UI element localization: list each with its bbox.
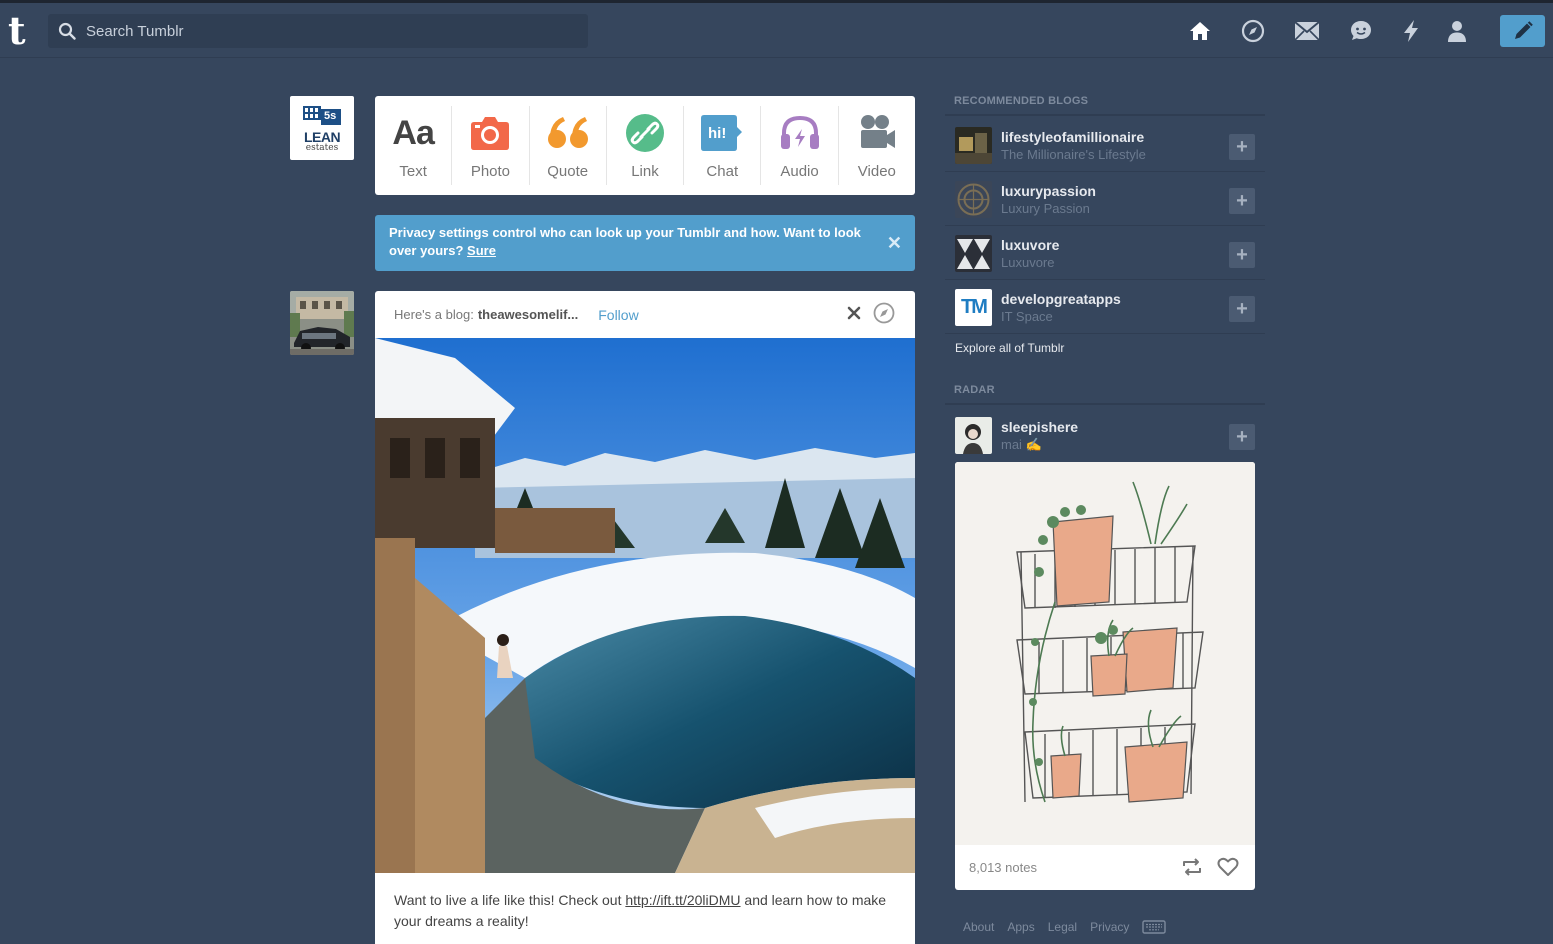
blog-name[interactable]: developgreatapps [1001, 291, 1121, 307]
heart-icon[interactable] [1217, 857, 1239, 877]
post-type-link[interactable]: Link [607, 106, 685, 185]
radar-post-footer: 8,013 notes [955, 845, 1255, 890]
blog-avatar-text: TM [961, 296, 988, 318]
search-box[interactable] [48, 14, 588, 48]
privacy-text: Privacy settings control who can look up… [389, 225, 861, 258]
post-photo[interactable] [375, 338, 915, 873]
footer-apps-link[interactable]: Apps [1007, 920, 1034, 934]
chat-bubble-icon[interactable] [1347, 17, 1375, 45]
follow-plus-button[interactable]: + [1229, 134, 1255, 160]
radar-blog-row[interactable]: sleepishere mai ✍ + [945, 408, 1265, 462]
tumblr-logo[interactable]: t [8, 12, 32, 50]
user-avatar-lean-estates[interactable]: 5s LEAN estates [290, 96, 354, 160]
blog-name[interactable]: sleepishere [1001, 419, 1078, 435]
radar-post-image[interactable] [955, 462, 1255, 845]
compass-icon[interactable] [873, 302, 895, 324]
lean-subtitle: estates [305, 143, 339, 153]
mail-icon[interactable] [1293, 17, 1321, 45]
recommended-blogs-heading: RECOMMENDED BLOGS [945, 95, 1265, 116]
svg-text:hi!: hi! [708, 125, 726, 142]
compose-button[interactable] [1500, 15, 1545, 47]
blog-avatar [955, 181, 992, 218]
post-blog-name[interactable]: theawesomelif... [478, 307, 578, 322]
blog-name[interactable]: lifestyleofamillionaire [1001, 129, 1144, 145]
lightning-icon[interactable] [1397, 17, 1425, 45]
follow-plus-button[interactable]: + [1229, 188, 1255, 214]
camera-icon [468, 111, 512, 155]
blog-name[interactable]: luxurypassion [1001, 183, 1096, 199]
blog-avatar-car[interactable] [290, 291, 354, 355]
quote-icon [546, 111, 590, 155]
pencil-icon [1514, 21, 1533, 39]
follow-plus-button[interactable]: + [1229, 242, 1255, 268]
radar-post: 8,013 notes [955, 462, 1255, 890]
follow-button[interactable]: Follow [598, 307, 638, 323]
blog-avatar [955, 127, 992, 164]
footer-legal-link[interactable]: Legal [1048, 920, 1077, 934]
post-type-quote[interactable]: Quote [530, 106, 607, 185]
explore-link[interactable]: Explore all of Tumblr [955, 341, 1064, 355]
link-icon [623, 111, 667, 155]
compass-icon[interactable] [1239, 17, 1267, 45]
post-caption: Want to live a life like this! Check out… [394, 892, 887, 929]
blog-subtitle: IT Space [1001, 309, 1053, 324]
blog-name[interactable]: luxuvore [1001, 237, 1059, 253]
blog-avatar [955, 417, 992, 454]
post-type-video[interactable]: Video [839, 106, 915, 185]
blog-subtitle: Luxuvore [1001, 255, 1055, 270]
post-type-photo[interactable]: Photo [452, 106, 530, 185]
home-icon[interactable] [1186, 17, 1214, 45]
blog-subtitle: The Millionaire's Lifestyle [1001, 147, 1146, 162]
post-link[interactable]: http://ift.tt/20liDMU [625, 892, 740, 908]
dismiss-icon[interactable] [845, 304, 863, 322]
person-icon[interactable] [1443, 17, 1471, 45]
post-header: Here's a blog: theawesomelif... Follow [375, 291, 915, 338]
post-type-chat[interactable]: hi! Chat [684, 106, 762, 185]
video-camera-icon [855, 111, 899, 155]
follow-plus-button[interactable]: + [1229, 424, 1255, 450]
search-icon [58, 22, 76, 40]
reblog-icon[interactable] [1181, 857, 1203, 877]
footer-about-link[interactable]: About [963, 920, 994, 934]
footer-privacy-link[interactable]: Privacy [1090, 920, 1129, 934]
blog-avatar: TM [955, 289, 992, 326]
privacy-notice: Privacy settings control who can look up… [375, 215, 915, 271]
blog-subtitle: Luxury Passion [1001, 201, 1090, 216]
post-type-selector: Aa Text Photo Quote Link hi! Chat Audio [375, 96, 915, 195]
recommended-post: Here's a blog: theawesomelif... Follow W… [375, 291, 915, 944]
keyboard-icon[interactable] [1142, 920, 1167, 934]
headphones-icon [778, 111, 822, 155]
privacy-sure-link[interactable]: Sure [467, 243, 496, 258]
radar-heading: RADAR [945, 384, 1265, 405]
post-intro: Here's a blog: [394, 307, 474, 322]
recommended-blog-row[interactable]: lifestyleofamillionaire The Millionaire'… [945, 118, 1265, 172]
search-input[interactable] [86, 14, 576, 48]
text-icon: Aa [392, 113, 434, 152]
blog-subtitle: mai ✍ [1001, 437, 1042, 452]
close-icon[interactable]: ✕ [887, 234, 902, 252]
recommended-blog-row[interactable]: luxurypassion Luxury Passion + [945, 172, 1265, 226]
notes-count[interactable]: 8,013 notes [969, 860, 1037, 875]
blog-avatar [955, 235, 992, 272]
recommended-blog-row[interactable]: luxuvore Luxuvore + [945, 226, 1265, 280]
top-navigation-bar: t [0, 3, 1553, 58]
follow-plus-button[interactable]: + [1229, 296, 1255, 322]
chat-icon: hi! [700, 111, 744, 155]
recommended-blog-row[interactable]: TM developgreatapps IT Space + [945, 280, 1265, 334]
footer-links: About Apps Legal Privacy [963, 920, 1167, 934]
post-type-text[interactable]: Aa Text [375, 106, 453, 185]
post-type-audio[interactable]: Audio [761, 106, 839, 185]
lean-badge: 5s [324, 110, 337, 122]
